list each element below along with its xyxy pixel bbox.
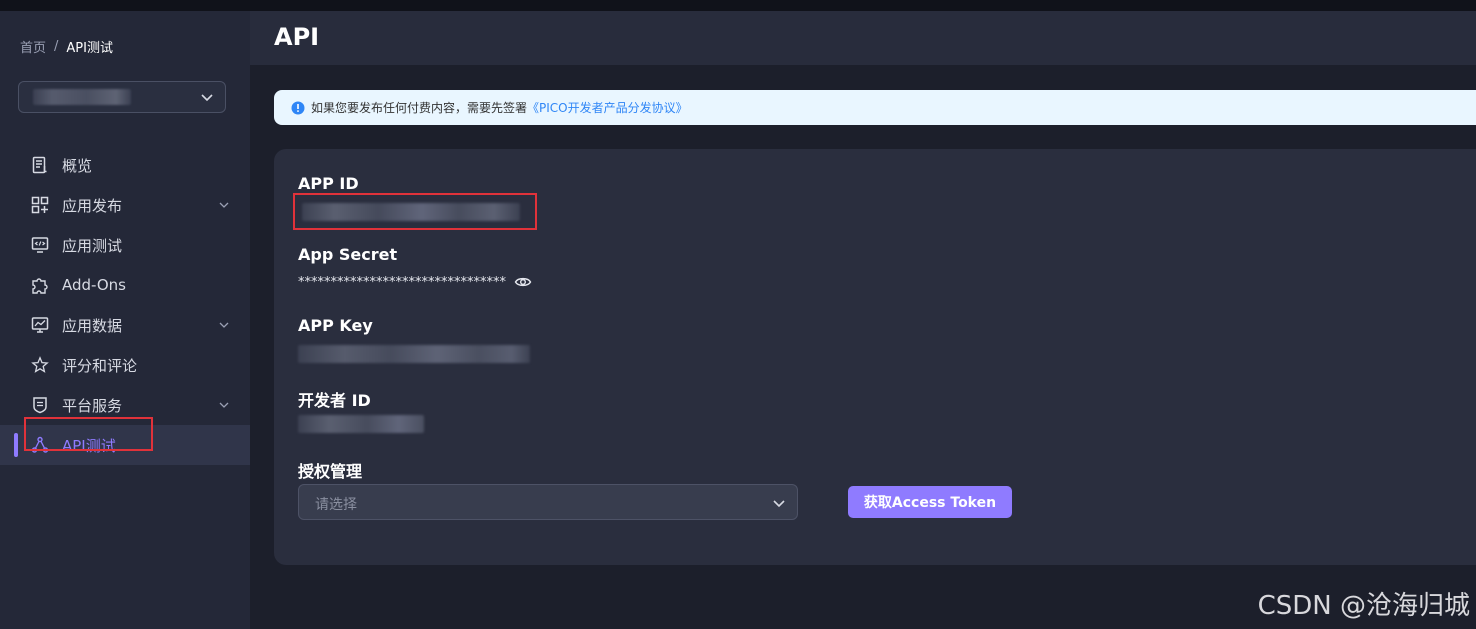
breadcrumb: 首页 / API测试 [20, 37, 113, 56]
sidebar-item-label: 应用测试 [62, 236, 123, 255]
page-header: API [250, 11, 1476, 65]
sidebar-item-label: Add-Ons [62, 276, 126, 294]
app-selector[interactable] [18, 81, 226, 113]
auth-label: 授权管理 [298, 462, 363, 481]
app-secret-row: ******************************** [298, 273, 532, 291]
get-access-token-button[interactable]: 获取Access Token [848, 486, 1012, 518]
sidebar-item-label: 应用数据 [62, 316, 123, 335]
breadcrumb-home[interactable]: 首页 [20, 37, 46, 56]
sidebar-item-add-ons[interactable]: Add-Ons [0, 265, 250, 305]
chevron-down-icon [219, 402, 229, 408]
highlight-box [24, 417, 153, 451]
redacted-app-name [33, 89, 131, 105]
star-icon [30, 355, 50, 375]
auth-placeholder: 请选择 [315, 497, 357, 513]
monitor-code-icon [30, 235, 50, 255]
sidebar-item-app-test[interactable]: 应用测试 [0, 225, 250, 265]
chevron-down-icon [201, 94, 213, 102]
sidebar: 首页 / API测试 概览 应用发布 应用测试 Add-Ons 应用数据 评分和… [0, 11, 250, 629]
document-icon [30, 155, 50, 175]
sidebar-item-label: 概览 [62, 156, 93, 175]
info-icon [291, 101, 305, 114]
top-strip [0, 0, 1476, 11]
sidebar-item-app-data[interactable]: 应用数据 [0, 305, 250, 345]
notice-banner: 如果您要发布任何付费内容，需要先签署 《PICO开发者产品分发协议》 [274, 90, 1476, 125]
redacted-developer-id [298, 415, 424, 433]
puzzle-icon [30, 275, 50, 295]
developer-id-label: 开发者 ID [298, 391, 371, 410]
sidebar-item-overview[interactable]: 概览 [0, 145, 250, 185]
shield-icon [30, 395, 50, 415]
sidebar-item-label: 应用发布 [62, 196, 123, 215]
breadcrumb-separator: / [54, 39, 59, 54]
sidebar-item-label: 平台服务 [62, 396, 123, 415]
redacted-app-key [298, 345, 530, 363]
watermark: CSDN @沧海归城 [1257, 591, 1470, 621]
app-key-label: APP Key [298, 316, 373, 335]
chevron-down-icon [773, 500, 785, 508]
chevron-down-icon [219, 322, 229, 328]
api-card: APP ID App Secret **********************… [274, 149, 1476, 565]
auth-select[interactable]: 请选择 [298, 484, 798, 520]
chevron-down-icon [219, 202, 229, 208]
highlight-box [293, 193, 537, 230]
breadcrumb-current: API测试 [66, 41, 113, 56]
page-title: API [274, 23, 320, 51]
chart-monitor-icon [30, 315, 50, 335]
sidebar-item-app-release[interactable]: 应用发布 [0, 185, 250, 225]
notice-text: 如果您要发布任何付费内容，需要先签署 [311, 101, 528, 115]
grid-plus-icon [30, 195, 50, 215]
agreement-link[interactable]: 《PICO开发者产品分发协议》 [527, 99, 688, 116]
sidebar-item-ratings[interactable]: 评分和评论 [0, 345, 250, 385]
eye-icon[interactable] [514, 273, 532, 291]
app-secret-label: App Secret [298, 245, 398, 264]
app-secret-value: ******************************** [298, 274, 506, 290]
sidebar-item-label: 评分和评论 [62, 356, 138, 375]
app-id-label: APP ID [298, 174, 359, 193]
